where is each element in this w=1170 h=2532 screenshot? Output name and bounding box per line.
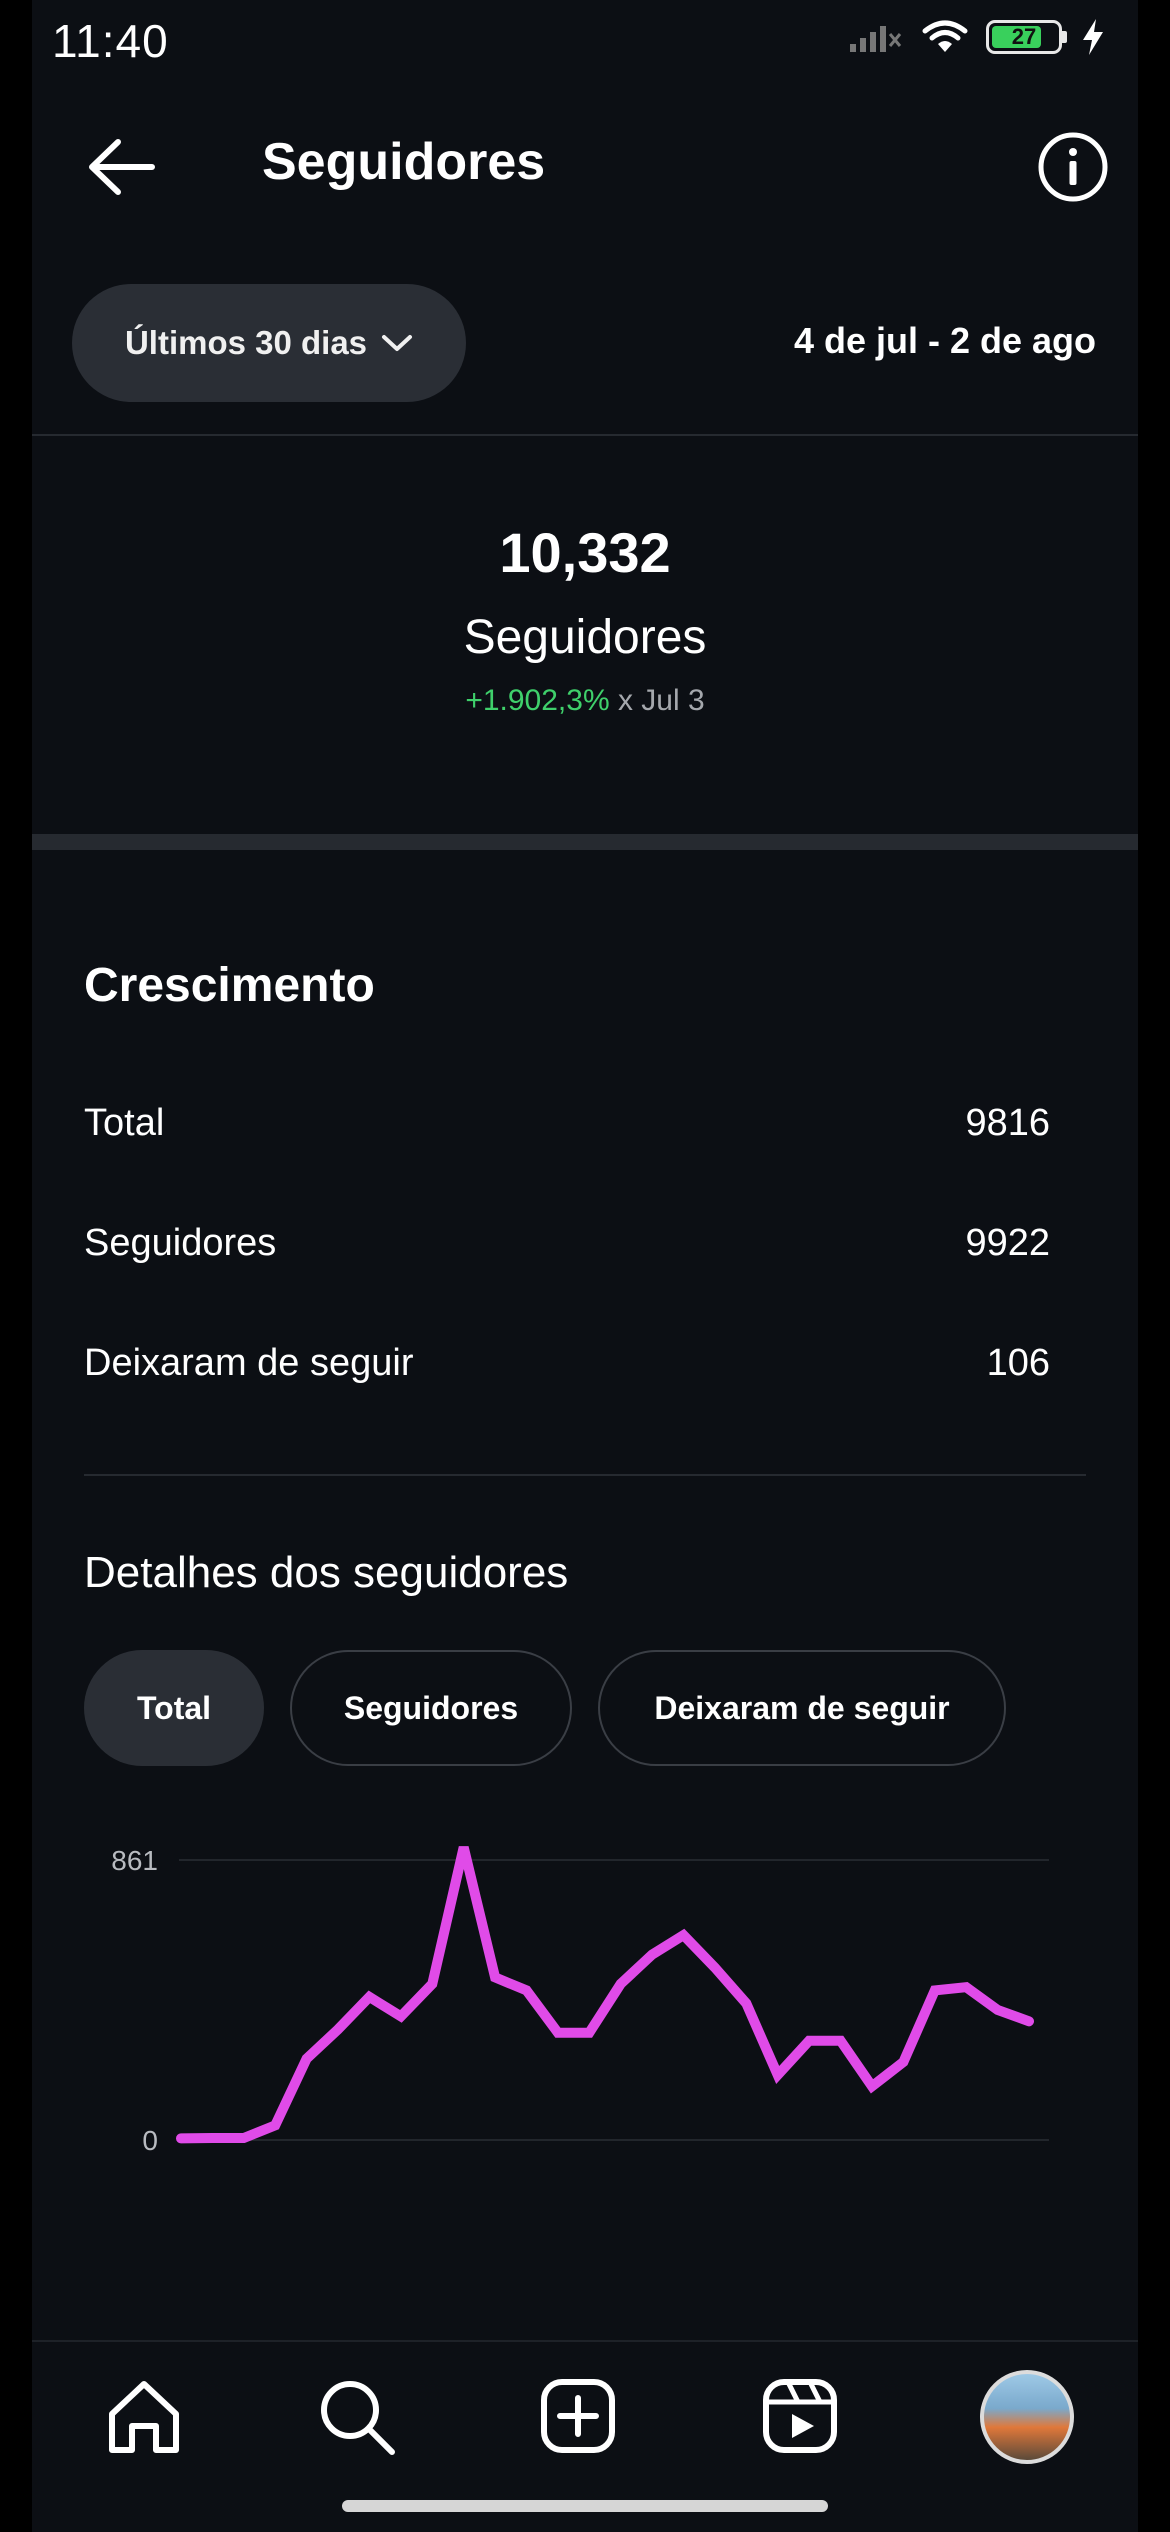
divider — [84, 1474, 1086, 1476]
stat-row-unfollows: Deixaram de seguir 106 — [84, 1342, 1050, 1385]
stat-row-total: Total 9816 — [84, 1102, 1050, 1145]
page-title: Seguidores — [262, 133, 546, 191]
date-range-dropdown[interactable]: Últimos 30 dias — [72, 284, 466, 402]
stat-row-followers: Seguidores 9922 — [84, 1222, 1050, 1265]
status-time: 11:40 — [52, 15, 169, 67]
followers-line-chart: 861 0 — [111, 1845, 1049, 2156]
create-icon[interactable] — [536, 2374, 620, 2458]
date-range-text: 4 de jul - 2 de ago — [793, 320, 1096, 361]
back-arrow-icon[interactable] — [84, 130, 158, 204]
stat-value: 9816 — [965, 1102, 1050, 1144]
tab-total[interactable]: Total — [84, 1650, 264, 1766]
divider — [32, 434, 1138, 436]
tab-followers[interactable]: Seguidores — [290, 1650, 572, 1766]
signal-icon — [850, 26, 902, 52]
status-icons: 27 — [848, 18, 1106, 56]
range-label: Últimos 30 dias — [124, 324, 368, 361]
section-divider — [32, 834, 1138, 850]
tab-unfollows[interactable]: Deixaram de seguir — [598, 1650, 1006, 1766]
chevron-down-icon — [382, 335, 413, 351]
y-tick-label: 861 — [111, 1845, 158, 1876]
profile-avatar[interactable] — [980, 2370, 1074, 2464]
home-indicator[interactable] — [342, 2500, 828, 2512]
wifi-icon — [922, 20, 968, 52]
info-icon[interactable] — [1036, 130, 1110, 204]
change-percent: +1.902,3% — [465, 684, 610, 717]
follower-count-label: Seguidores — [463, 611, 707, 664]
follower-change: +1.902,3% x Jul 3 — [32, 684, 1138, 718]
growth-title: Crescimento — [84, 959, 375, 1012]
bottom-nav — [32, 2340, 1138, 2492]
reels-icon[interactable] — [758, 2374, 842, 2458]
y-tick-label: 0 — [142, 2125, 158, 2156]
stat-label: Deixaram de seguir — [84, 1342, 414, 1384]
stat-label: Total — [84, 1102, 165, 1144]
battery-level: 27 — [1011, 24, 1037, 49]
stat-value: 106 — [986, 1342, 1050, 1384]
search-icon[interactable] — [314, 2374, 398, 2458]
battery-icon: 27 — [986, 20, 1067, 54]
series-line — [176, 1846, 1034, 2144]
details-tabs: Total Seguidores Deixaram de seguir — [84, 1650, 1006, 1766]
charging-icon — [1083, 19, 1103, 55]
stat-label: Seguidores — [84, 1222, 277, 1264]
change-suffix: x Jul 3 — [609, 684, 705, 717]
home-icon[interactable] — [102, 2374, 186, 2458]
stat-value: 9922 — [965, 1222, 1050, 1264]
details-title: Detalhes dos seguidores — [84, 1548, 569, 1597]
follower-count: 10,332 — [499, 521, 671, 584]
